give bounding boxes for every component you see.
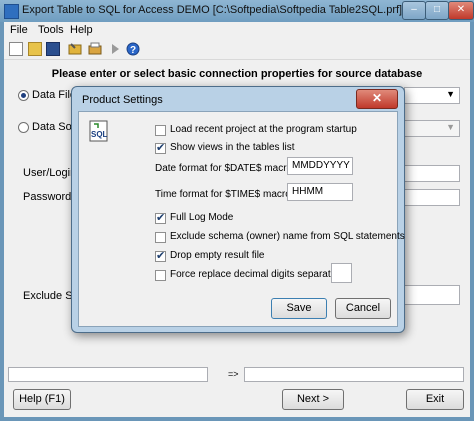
toolbar: ? — [4, 39, 470, 60]
user-login-label: User/Login — [23, 167, 77, 179]
drop-empty-file-checkbox[interactable] — [155, 249, 166, 262]
maximize-button[interactable]: □ — [425, 1, 449, 20]
menu-bar: File Tools Help — [4, 22, 470, 39]
exclude-schema-input[interactable] — [404, 285, 460, 305]
chevron-down-icon: ▼ — [446, 122, 455, 132]
force-separator-label: Force replace decimal digits separator t… — [170, 269, 351, 280]
menu-file[interactable]: File — [10, 24, 28, 36]
full-log-mode-checkbox[interactable] — [155, 211, 166, 224]
app-icon — [4, 4, 19, 19]
date-format-label: Date format for $DATE$ macro — [155, 163, 293, 174]
drop-empty-file-label: Drop empty result file — [170, 250, 265, 261]
save-icon[interactable] — [46, 42, 60, 56]
date-format-input[interactable]: MMDDYYYY — [287, 157, 353, 175]
save-button[interactable]: Save — [271, 298, 327, 319]
time-format-label: Time format for $TIME$ macro — [155, 189, 291, 200]
product-settings-dialog: Product Settings ✕ SQL Load recent proje… — [71, 86, 405, 333]
load-recent-project-label: Load recent project at the program start… — [170, 124, 357, 135]
menu-tools[interactable]: Tools — [38, 24, 64, 36]
full-log-mode-label: Full Log Mode — [170, 212, 234, 223]
show-views-label: Show views in the tables list — [170, 142, 295, 153]
wizard-icon[interactable] — [88, 42, 102, 56]
next-button[interactable]: Next > — [282, 389, 344, 410]
exclude-schema-checkbox[interactable] — [155, 232, 166, 243]
open-icon[interactable] — [28, 42, 42, 56]
close-button[interactable]: ✕ — [448, 1, 474, 20]
time-format-input[interactable]: HHMM — [287, 183, 353, 201]
show-views-checkbox[interactable] — [155, 141, 166, 154]
user-login-input[interactable] — [404, 165, 460, 182]
dialog-close-button[interactable]: ✕ — [356, 89, 398, 109]
window-title: Export Table to SQL for Access DEMO [C:\… — [22, 4, 403, 16]
sql-icon-label: SQL — [91, 130, 108, 139]
data-source-radio[interactable] — [18, 122, 29, 133]
password-label: Password — [23, 191, 72, 203]
exclude-schema-option-label: Exclude schema (owner) name from SQL sta… — [170, 231, 405, 242]
status-left — [8, 367, 208, 382]
run-icon[interactable] — [108, 42, 122, 56]
page-heading: Please enter or select basic connection … — [51, 68, 423, 80]
help-icon[interactable]: ? — [126, 42, 140, 56]
status-arrow: => — [228, 369, 239, 379]
chevron-down-icon: ▼ — [446, 89, 455, 99]
password-input[interactable] — [404, 189, 460, 206]
minimize-button[interactable]: – — [402, 1, 426, 20]
data-file-radio[interactable] — [18, 90, 29, 101]
new-icon[interactable] — [9, 42, 23, 56]
sql-file-icon: SQL — [89, 120, 109, 142]
load-recent-project-checkbox[interactable] — [155, 125, 166, 136]
data-source-dropdown[interactable]: ▼ — [404, 120, 460, 137]
data-file-label: Data File — [32, 89, 77, 101]
dialog-body: SQL Load recent project at the program s… — [78, 111, 405, 327]
data-file-dropdown[interactable]: ▼ — [404, 87, 460, 104]
settings-icon[interactable] — [68, 42, 82, 56]
exit-button[interactable]: Exit — [406, 389, 464, 410]
help-button[interactable]: Help (F1) — [13, 389, 71, 410]
dialog-title: Product Settings — [82, 94, 163, 106]
cancel-button[interactable]: Cancel — [335, 298, 391, 319]
force-separator-checkbox[interactable] — [155, 270, 166, 281]
svg-text:?: ? — [130, 45, 136, 56]
status-right — [244, 367, 464, 382]
separator-input[interactable] — [331, 263, 352, 283]
title-bar: Export Table to SQL for Access DEMO [C:\… — [0, 0, 474, 22]
menu-help[interactable]: Help — [70, 24, 93, 36]
